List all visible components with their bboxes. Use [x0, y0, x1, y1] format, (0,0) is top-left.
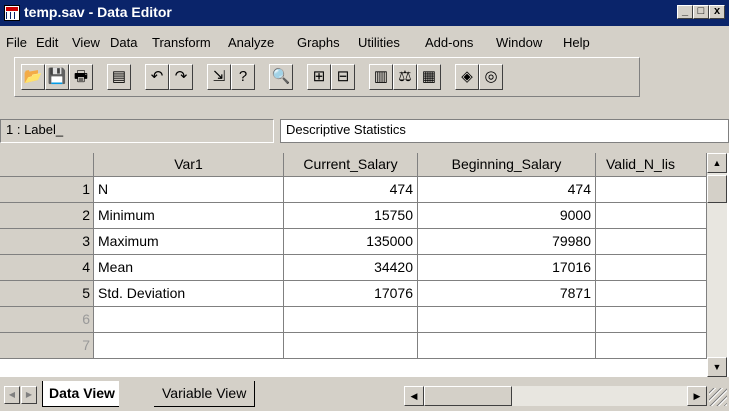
menu-bar: File Edit View Data Transform Analyze Gr…	[0, 33, 729, 53]
tab-next-icon[interactable]: ▶	[21, 386, 37, 404]
undo-icon[interactable]: ↶	[145, 64, 169, 90]
minimize-button[interactable]: _	[677, 5, 693, 19]
menu-edit[interactable]: Edit	[36, 35, 58, 50]
cell-value-input[interactable]: Descriptive Statistics	[280, 119, 729, 143]
find-icon[interactable]: 🔍	[269, 64, 293, 90]
menu-utilities[interactable]: Utilities	[358, 35, 400, 50]
cell-beginning-salary[interactable]	[418, 307, 596, 333]
cell-valid-n-list[interactable]	[596, 203, 707, 229]
menu-window[interactable]: Window	[496, 35, 542, 50]
insert-cases-icon[interactable]: ⊞	[307, 64, 331, 90]
column-header-valid-n-list[interactable]: Valid_N_lis	[596, 153, 707, 177]
cell-current-salary[interactable]: 34420	[284, 255, 418, 281]
cell-var1[interactable]: N	[94, 177, 284, 203]
menu-transform[interactable]: Transform	[152, 35, 211, 50]
cell-valid-n-list[interactable]	[596, 229, 707, 255]
cell-valid-n-list[interactable]	[596, 333, 707, 359]
cell-current-salary[interactable]	[284, 333, 418, 359]
menu-graphs[interactable]: Graphs	[297, 35, 340, 50]
menu-data[interactable]: Data	[110, 35, 137, 50]
window-title: temp.sav - Data Editor	[24, 4, 172, 20]
cell-current-salary[interactable]	[284, 307, 418, 333]
cell-var1[interactable]	[94, 333, 284, 359]
variables-icon[interactable]: ?	[231, 64, 255, 90]
row-header[interactable]: 4	[0, 255, 94, 281]
resize-grip-icon[interactable]	[709, 388, 727, 406]
cell-reference: 1 : Label_	[0, 119, 274, 143]
row-header[interactable]: 3	[0, 229, 94, 255]
cell-beginning-salary[interactable]: 474	[418, 177, 596, 203]
menu-add-ons[interactable]: Add-ons	[425, 35, 473, 50]
column-header-current-salary[interactable]: Current_Salary	[284, 153, 418, 177]
cell-var1[interactable]	[94, 307, 284, 333]
title-bar: temp.sav - Data Editor _ □ x	[0, 0, 729, 26]
split-file-icon[interactable]: ▥	[369, 64, 393, 90]
data-editor-icon	[4, 5, 20, 21]
print-icon[interactable]: 🖶	[69, 64, 93, 90]
scroll-right-icon[interactable]: ▶	[687, 386, 707, 406]
cell-valid-n-list[interactable]	[596, 281, 707, 307]
vertical-scrollbar[interactable]: ▲ ▼	[707, 153, 727, 377]
cell-current-salary[interactable]: 17076	[284, 281, 418, 307]
corner-header[interactable]	[0, 153, 94, 177]
row-header[interactable]: 7	[0, 333, 94, 359]
redo-icon[interactable]: ↷	[169, 64, 193, 90]
menu-help[interactable]: Help	[563, 35, 590, 50]
cell-beginning-salary[interactable]: 17016	[418, 255, 596, 281]
vertical-scroll-thumb[interactable]	[707, 175, 727, 203]
insert-variable-icon[interactable]: ⊟	[331, 64, 355, 90]
menu-view[interactable]: View	[72, 35, 100, 50]
scroll-left-icon[interactable]: ◀	[404, 386, 424, 406]
row-header[interactable]: 2	[0, 203, 94, 229]
row-header[interactable]: 1	[0, 177, 94, 203]
cell-editor-bar: 1 : Label_ Descriptive Statistics	[0, 119, 729, 143]
cell-current-salary[interactable]: 474	[284, 177, 418, 203]
sheet-tab-bar: ◀ ▶ Data View Variable View ◀ ▶	[0, 380, 729, 411]
menu-analyze[interactable]: Analyze	[228, 35, 274, 50]
row-header[interactable]: 5	[0, 281, 94, 307]
cell-var1[interactable]: Maximum	[94, 229, 284, 255]
select-cases-icon[interactable]: ▦	[417, 64, 441, 90]
open-file-icon[interactable]: 📂	[21, 64, 45, 90]
goto-case-icon[interactable]: ⇲	[207, 64, 231, 90]
horizontal-scrollbar[interactable]: ◀ ▶	[404, 386, 707, 406]
data-grid: Var1 Current_Salary Beginning_Salary Val…	[0, 153, 729, 377]
menu-file[interactable]: File	[6, 35, 27, 50]
column-header-beginning-salary[interactable]: Beginning_Salary	[418, 153, 596, 177]
cell-var1[interactable]: Mean	[94, 255, 284, 281]
cell-current-salary[interactable]: 135000	[284, 229, 418, 255]
save-icon[interactable]: 💾	[45, 64, 69, 90]
cell-valid-n-list[interactable]	[596, 177, 707, 203]
cell-current-salary[interactable]: 15750	[284, 203, 418, 229]
row-header[interactable]: 6	[0, 307, 94, 333]
tab-variable-view[interactable]: Variable View	[154, 381, 256, 407]
cell-var1[interactable]: Std. Deviation	[94, 281, 284, 307]
horizontal-scroll-thumb[interactable]	[424, 386, 512, 406]
cell-valid-n-list[interactable]	[596, 255, 707, 281]
value-labels-icon[interactable]: ◈	[455, 64, 479, 90]
maximize-button[interactable]: □	[693, 5, 709, 19]
scroll-down-icon[interactable]: ▼	[707, 357, 727, 377]
cell-beginning-salary[interactable]: 9000	[418, 203, 596, 229]
cell-valid-n-list[interactable]	[596, 307, 707, 333]
toolbar: 📂 💾 🖶 ▤ ↶ ↷ ⇲ ? 🔍 ⊞ ⊟ ▥ ⚖ ▦ ◈ ◎	[14, 57, 640, 97]
tab-prev-icon[interactable]: ◀	[4, 386, 20, 404]
use-sets-icon[interactable]: ◎	[479, 64, 503, 90]
dialog-recall-icon[interactable]: ▤	[107, 64, 131, 90]
tab-data-view[interactable]: Data View	[42, 381, 119, 407]
cell-beginning-salary[interactable]: 79980	[418, 229, 596, 255]
cell-var1[interactable]: Minimum	[94, 203, 284, 229]
column-header-var1[interactable]: Var1	[94, 153, 284, 177]
close-button[interactable]: x	[709, 5, 725, 19]
cell-beginning-salary[interactable]	[418, 333, 596, 359]
cell-beginning-salary[interactable]: 7871	[418, 281, 596, 307]
weight-cases-icon[interactable]: ⚖	[393, 64, 417, 90]
scroll-up-icon[interactable]: ▲	[707, 153, 727, 173]
